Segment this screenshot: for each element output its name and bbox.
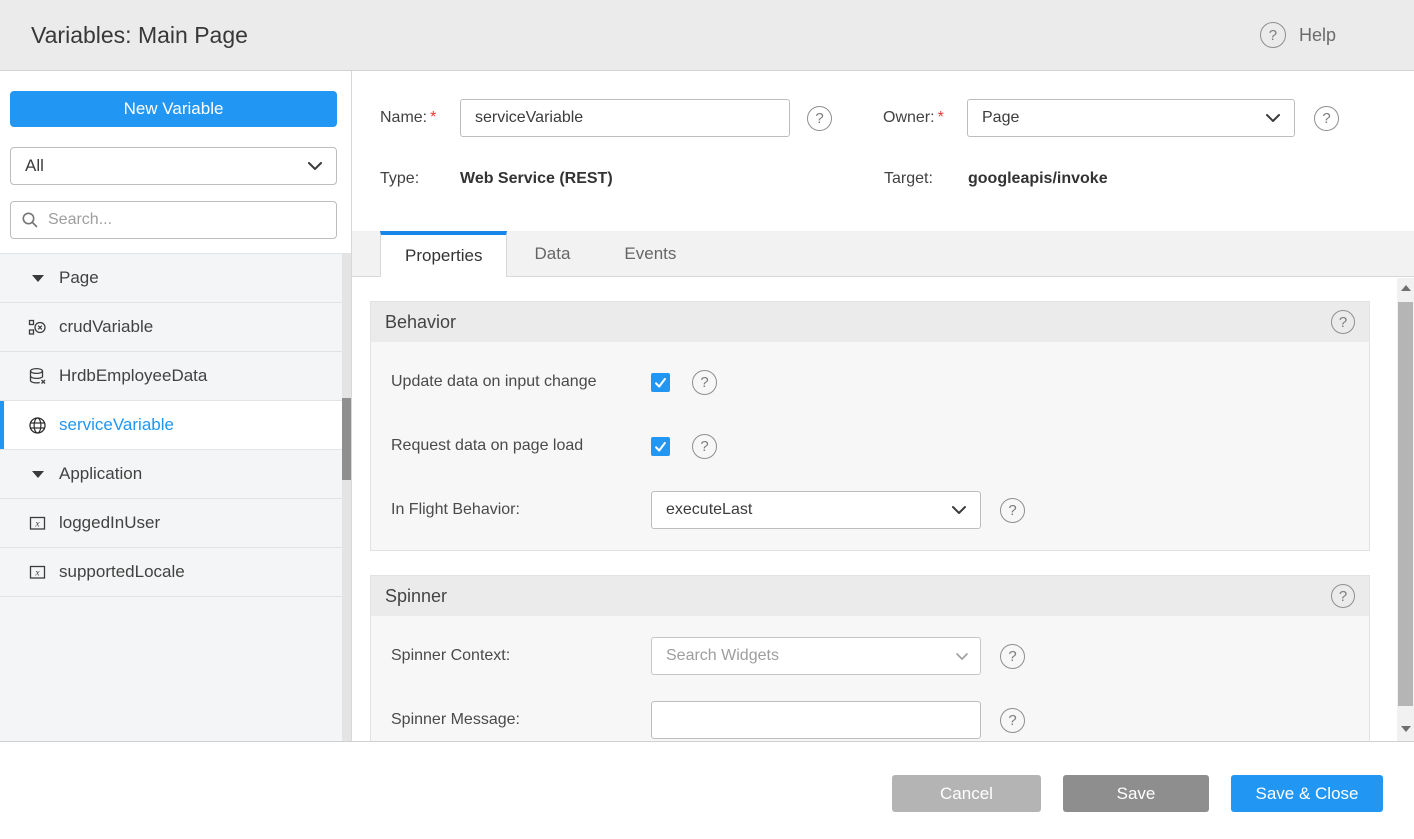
database-icon — [28, 367, 47, 386]
editor-tabbar: Properties Data Events — [352, 231, 1414, 277]
required-marker: * — [430, 109, 436, 126]
chevron-down-icon — [308, 162, 322, 171]
variable-box-icon: x — [28, 563, 47, 582]
request-data-help-icon[interactable] — [692, 434, 717, 459]
svg-text:x: x — [34, 568, 40, 578]
sidebar-scrollbar-track[interactable] — [342, 254, 351, 741]
variable-editor-panel: Name:* Owner:* Page Type: Web Service (R… — [352, 71, 1414, 741]
scroll-up-arrow-icon[interactable] — [1397, 278, 1414, 298]
cancel-button[interactable]: Cancel — [892, 775, 1041, 812]
spinner-context-label: Spinner Context: — [391, 647, 651, 665]
variable-label: serviceVariable — [59, 415, 174, 435]
spinner-section-header: Spinner — [371, 576, 1369, 616]
sidebar-scrollbar-thumb[interactable] — [342, 398, 351, 480]
variable-label: HrdbEmployeeData — [59, 366, 207, 386]
triangle-down-icon — [28, 471, 47, 478]
required-marker: * — [938, 109, 944, 126]
behavior-section-title: Behavior — [385, 312, 456, 333]
update-data-checkbox[interactable] — [651, 373, 670, 392]
behavior-section-header: Behavior — [371, 302, 1369, 342]
variable-label: crudVariable — [59, 317, 153, 337]
tab-properties[interactable]: Properties — [380, 231, 507, 277]
save-and-close-button[interactable]: Save & Close — [1231, 775, 1383, 812]
page-title: Variables: Main Page — [31, 22, 248, 49]
variable-label: supportedLocale — [59, 562, 185, 582]
main-scrollbar-track[interactable] — [1397, 278, 1414, 741]
update-data-label: Update data on input change — [391, 373, 651, 391]
tab-events[interactable]: Events — [597, 231, 703, 276]
spinner-section: Spinner Spinner Context: — [370, 575, 1370, 741]
variable-box-icon: x — [28, 514, 47, 533]
search-icon — [21, 211, 39, 229]
scroll-down-arrow-icon[interactable] — [1397, 719, 1414, 739]
sidebar-group-application[interactable]: Application — [0, 450, 351, 499]
name-help-icon[interactable] — [807, 106, 832, 131]
owner-value: Page — [982, 109, 1019, 127]
request-data-checkbox[interactable] — [651, 437, 670, 456]
globe-icon — [28, 416, 47, 435]
target-label: Target: — [884, 170, 968, 188]
chevron-down-icon — [956, 653, 968, 661]
variable-label: loggedInUser — [59, 513, 160, 533]
help-button[interactable]: Help — [1260, 22, 1336, 48]
spinner-message-input[interactable] — [651, 701, 981, 739]
spinner-section-title: Spinner — [385, 586, 447, 607]
behavior-section: Behavior Update data on input change Req… — [370, 301, 1370, 551]
variables-sidebar: New Variable All Page — [0, 71, 352, 741]
spinner-message-help-icon[interactable] — [1000, 708, 1025, 733]
svg-text:x: x — [34, 519, 40, 529]
name-label: Name:* — [380, 109, 460, 127]
properties-scroll-area: Behavior Update data on input change Req… — [352, 277, 1414, 741]
spinner-context-input[interactable] — [651, 637, 981, 675]
behavior-section-body: Update data on input change Request data… — [371, 342, 1369, 550]
update-data-help-icon[interactable] — [692, 370, 717, 395]
variable-list: Page crudVariable HrdbEmployeeData servi… — [0, 253, 351, 741]
help-label: Help — [1299, 25, 1336, 46]
in-flight-help-icon[interactable] — [1000, 498, 1025, 523]
help-question-icon — [1260, 22, 1286, 48]
save-button[interactable]: Save — [1063, 775, 1209, 812]
in-flight-select[interactable]: executeLast — [651, 491, 981, 529]
main-scrollbar-thumb[interactable] — [1398, 302, 1413, 706]
sidebar-item-loggedinuser[interactable]: x loggedInUser — [0, 499, 351, 548]
name-input[interactable] — [460, 99, 790, 137]
crud-variable-icon — [28, 318, 47, 337]
owner-help-icon[interactable] — [1314, 106, 1339, 131]
request-data-label: Request data on page load — [391, 437, 651, 455]
in-flight-value: executeLast — [666, 501, 752, 519]
spinner-help-icon[interactable] — [1331, 584, 1355, 608]
sidebar-item-hrdbemployeedata[interactable]: HrdbEmployeeData — [0, 352, 351, 401]
group-label: Page — [59, 268, 99, 288]
variable-search-box — [10, 201, 337, 239]
type-label: Type: — [380, 170, 460, 188]
owner-label: Owner:* — [883, 109, 967, 127]
sidebar-item-servicevariable[interactable]: serviceVariable — [0, 401, 351, 450]
dialog-footer: Cancel Save Save & Close — [0, 741, 1414, 838]
spinner-section-body: Spinner Context: Spinner Message: — [371, 616, 1369, 741]
variable-meta-form: Name:* Owner:* Page Type: Web Service (R… — [352, 71, 1414, 231]
sidebar-group-page[interactable]: Page — [0, 254, 351, 303]
group-label: Application — [59, 464, 142, 484]
sidebar-item-supportedlocale[interactable]: x supportedLocale — [0, 548, 351, 597]
in-flight-label: In Flight Behavior: — [391, 501, 651, 519]
type-value: Web Service (REST) — [460, 170, 790, 188]
new-variable-button[interactable]: New Variable — [10, 91, 337, 127]
chevron-down-icon — [1266, 114, 1280, 123]
chevron-down-icon — [952, 506, 966, 515]
behavior-help-icon[interactable] — [1331, 310, 1355, 334]
spinner-context-help-icon[interactable] — [1000, 644, 1025, 669]
triangle-down-icon — [28, 275, 47, 282]
spinner-message-label: Spinner Message: — [391, 711, 651, 729]
search-input[interactable] — [48, 211, 326, 229]
variable-filter-select[interactable]: All — [10, 147, 337, 185]
spinner-context-combobox[interactable] — [651, 637, 981, 675]
variable-filter-value: All — [25, 156, 44, 176]
owner-select[interactable]: Page — [967, 99, 1295, 137]
sidebar-item-crudvariable[interactable]: crudVariable — [0, 303, 351, 352]
dialog-header: Variables: Main Page Help — [0, 0, 1414, 71]
target-value: googleapis/invoke — [968, 170, 1296, 188]
tab-data[interactable]: Data — [507, 231, 597, 276]
